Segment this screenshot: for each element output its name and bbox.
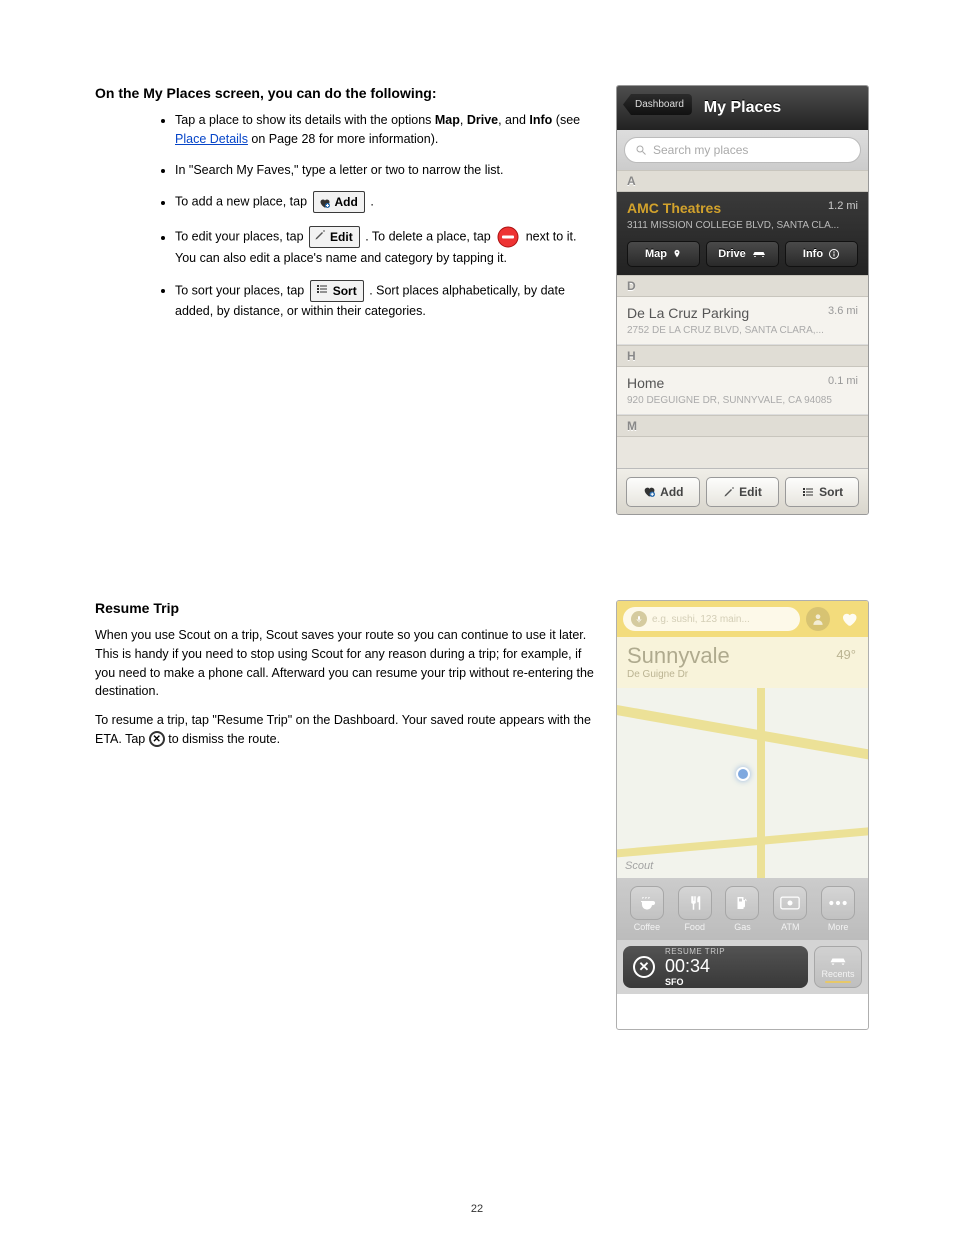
resume-eta: 00:34	[665, 956, 725, 977]
atm-icon	[773, 886, 807, 920]
resume-trip-para2: To resume a trip, tap "Resume Trip" on t…	[95, 711, 595, 749]
resume-trip-para1: When you use Scout on a trip, Scout save…	[95, 626, 595, 701]
place-address: 2752 DE LA CRUZ BLVD, SANTA CLARA,...	[627, 325, 858, 336]
place-distance: 0.1 mi	[828, 375, 858, 387]
sort-icon	[801, 486, 815, 498]
place-name: Home	[627, 375, 664, 391]
pin-icon	[672, 248, 682, 260]
street-name: De Guigne Dr	[627, 669, 858, 680]
bullet-item: In "Search My Faves," type a letter or t…	[175, 161, 595, 180]
pencil-icon	[314, 228, 326, 246]
bullet-item: To add a new place, tap Add .	[175, 191, 595, 213]
place-row-selected[interactable]: AMC Theatres 1.2 mi 3111 MISSION COLLEGE…	[617, 192, 868, 275]
search-input[interactable]: Search my places	[624, 137, 861, 163]
map-view[interactable]: Scout	[617, 688, 868, 878]
bullet-item: To edit your places, tap Edit . To delet…	[175, 225, 595, 268]
edit-button[interactable]: Edit	[706, 477, 780, 507]
favorites-icon[interactable]	[836, 607, 862, 631]
quick-categories: Coffee Food Gas ATM More	[617, 878, 868, 940]
pencil-icon	[723, 486, 735, 498]
place-distance: 3.6 mi	[828, 305, 858, 317]
resume-trip-button[interactable]: ✕ RESUME TRIP 00:34 SFO	[623, 946, 808, 988]
more-icon	[821, 886, 855, 920]
sort-icon	[315, 282, 329, 300]
section-header-h: H	[617, 345, 868, 367]
section-header-m: M	[617, 415, 868, 437]
place-name: De La Cruz Parking	[627, 305, 749, 321]
gas-icon	[725, 886, 759, 920]
coffee-icon	[630, 886, 664, 920]
info-icon	[828, 248, 840, 260]
nav-bar: Dashboard My Places	[617, 86, 868, 130]
heart-plus-icon	[642, 485, 656, 498]
bullet-item: To sort your places, tap Sort . Sort pla…	[175, 280, 595, 321]
search-icon	[635, 144, 647, 156]
place-address: 920 DEGUIGNE DR, SUNNYVALE, CA 94085	[627, 395, 858, 406]
screen-title: My Places	[704, 99, 781, 117]
add-button-inline: Add	[313, 191, 365, 213]
search-bar: Search my places	[617, 130, 868, 170]
dashboard-screenshot: e.g. sushi, 123 main... Sunnyvale De Gui…	[616, 600, 869, 1030]
page-number: 22	[471, 1203, 483, 1215]
food-button[interactable]: Food	[671, 886, 719, 932]
edit-button-inline: Edit	[309, 226, 360, 248]
resume-label: RESUME TRIP	[665, 947, 725, 956]
dashboard-search[interactable]: e.g. sushi, 123 main...	[623, 607, 800, 631]
place-row[interactable]: Home 0.1 mi 920 DEGUIGNE DR, SUNNYVALE, …	[617, 367, 868, 415]
food-icon	[678, 886, 712, 920]
place-distance: 1.2 mi	[828, 200, 858, 212]
map-button[interactable]: Map	[627, 241, 700, 267]
sort-button[interactable]: Sort	[785, 477, 859, 507]
resume-dest: SFO	[665, 977, 725, 987]
drive-button[interactable]: Drive	[706, 241, 779, 267]
coffee-button[interactable]: Coffee	[623, 886, 671, 932]
gas-button[interactable]: Gas	[719, 886, 767, 932]
resume-trip-title: Resume Trip	[95, 600, 595, 616]
bullet-item: Tap a place to show its details with the…	[175, 111, 595, 149]
toolbar: Add Edit Sort	[617, 468, 868, 514]
place-row[interactable]: De La Cruz Parking 3.6 mi 2752 DE LA CRU…	[617, 297, 868, 345]
section-resume-trip: Resume Trip When you use Scout on a trip…	[95, 600, 595, 749]
heart-plus-icon	[318, 196, 331, 208]
recents-button[interactable]: Recents	[814, 946, 862, 988]
car-icon	[751, 249, 767, 259]
section-header-d: D	[617, 275, 868, 297]
atm-button[interactable]: ATM	[766, 886, 814, 932]
back-dashboard-button[interactable]: Dashboard	[623, 94, 692, 115]
scout-logo: Scout	[625, 860, 653, 872]
place-address: 3111 MISSION COLLEGE BLVD, SANTA CLA...	[627, 220, 858, 231]
close-icon[interactable]: ✕	[633, 956, 655, 978]
section-title: On the My Places screen, you can do the …	[95, 85, 595, 101]
mic-icon	[631, 611, 647, 627]
section-header-a: A	[617, 170, 868, 192]
more-button[interactable]: More	[814, 886, 862, 932]
place-name: AMC Theatres	[627, 200, 721, 216]
bullet-list: Tap a place to show its details with the…	[175, 111, 595, 321]
current-location-dot	[736, 767, 750, 781]
profile-icon[interactable]	[806, 607, 830, 631]
add-button[interactable]: Add	[626, 477, 700, 507]
place-details-link[interactable]: Place Details	[175, 132, 248, 146]
car-icon	[828, 955, 848, 967]
section-my-places: On the My Places screen, you can do the …	[95, 85, 595, 333]
delete-icon	[496, 225, 520, 249]
sort-button-inline: Sort	[310, 280, 364, 302]
city-name: Sunnyvale	[627, 643, 858, 669]
bottom-bar: ✕ RESUME TRIP 00:34 SFO Recents	[617, 940, 868, 994]
close-x-icon: ✕	[149, 731, 165, 747]
my-places-screenshot: Dashboard My Places Search my places A A…	[616, 85, 869, 515]
location-header: Sunnyvale De Guigne Dr 49°	[617, 637, 868, 688]
top-bar: e.g. sushi, 123 main...	[617, 601, 868, 637]
temperature: 49°	[836, 647, 856, 662]
info-button[interactable]: Info	[785, 241, 858, 267]
